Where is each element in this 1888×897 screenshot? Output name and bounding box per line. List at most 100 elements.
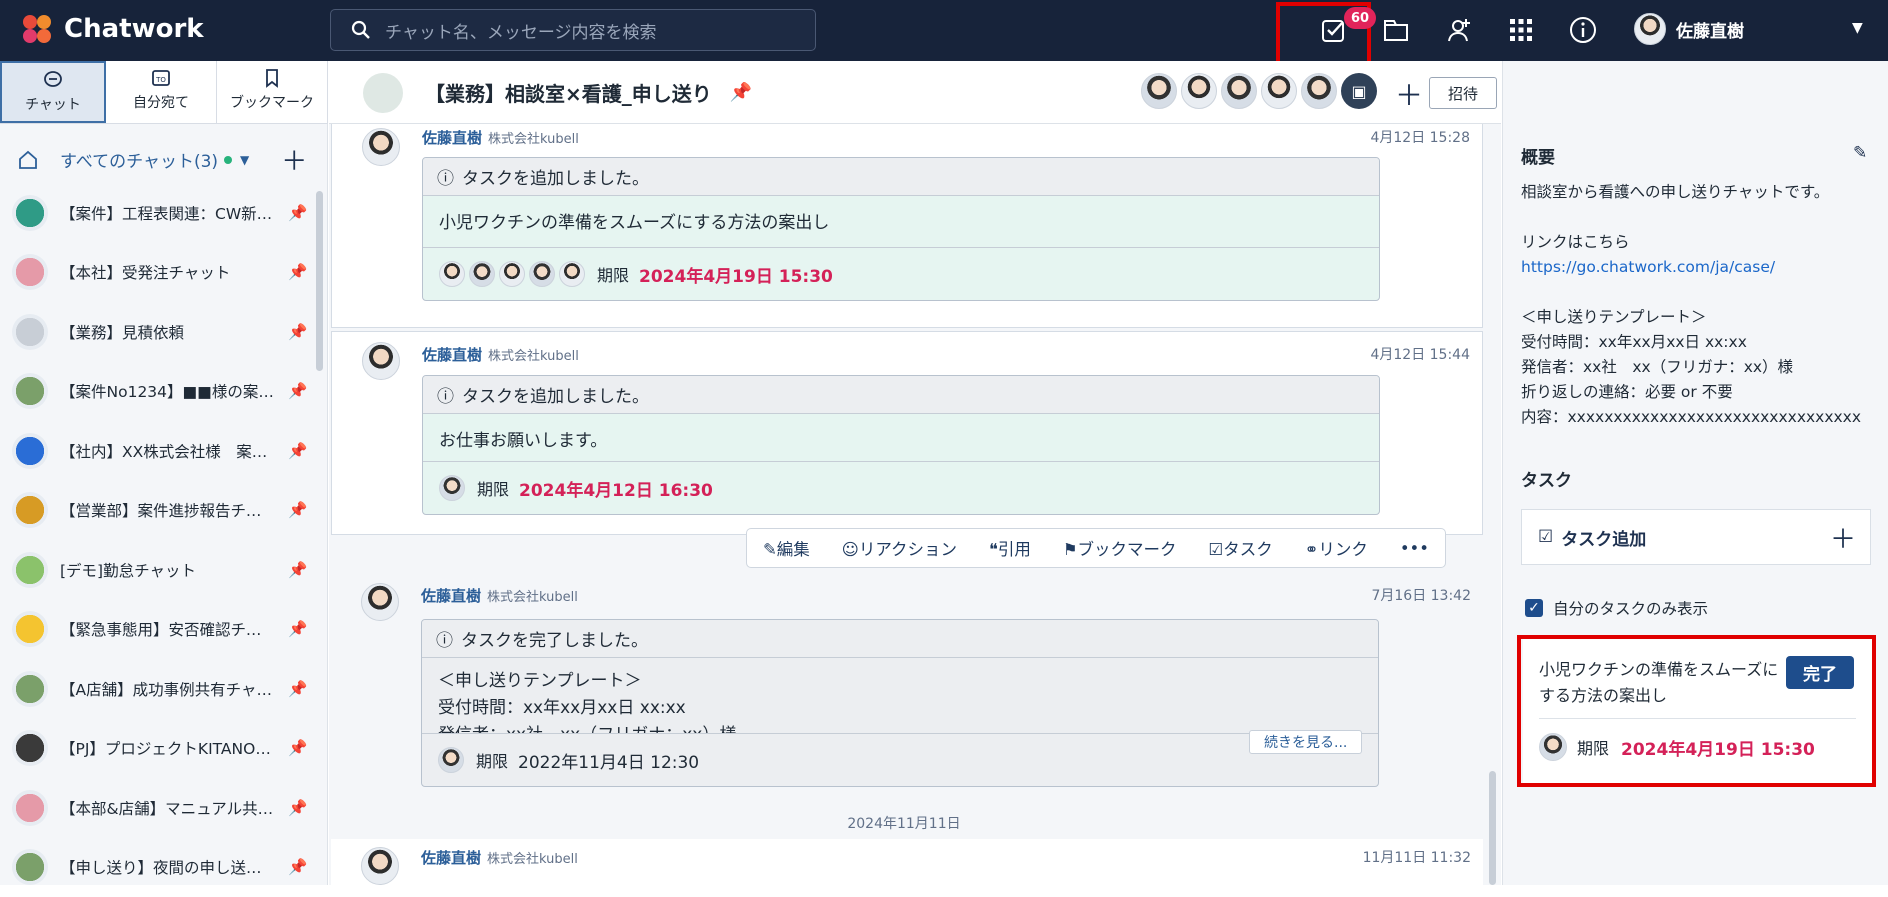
member-avatar bbox=[1221, 73, 1257, 109]
pin-icon[interactable]: 📌 bbox=[288, 263, 307, 281]
pin-icon[interactable]: 📌 bbox=[288, 799, 307, 817]
user-menu[interactable]: 佐藤直樹 bbox=[1634, 13, 1744, 45]
room-item[interactable]: 【業務】見積依頼📌 bbox=[0, 302, 310, 362]
message-author[interactable]: 佐藤直樹株式会社kubell bbox=[422, 127, 579, 148]
only-my-tasks-checkbox[interactable]: ✓ 自分のタスクのみ表示 bbox=[1525, 597, 1708, 619]
more-options-icon[interactable]: ••• bbox=[1400, 539, 1429, 558]
message-avatar bbox=[362, 128, 400, 166]
room-item[interactable]: 【本部&店舗】マニュアル共有…📌 bbox=[0, 778, 310, 838]
message-author[interactable]: 佐藤直樹株式会社kubell bbox=[421, 847, 578, 868]
room-name: 【案件No1234】■■様の案件… bbox=[60, 380, 276, 402]
action-quote[interactable]: ❝引用 bbox=[989, 536, 1031, 560]
room-item[interactable]: 【案件】工程表関連：CW新築…📌 bbox=[0, 183, 310, 243]
top-bar: Chatwork チャット名、メッセージ内容を検索 60 佐藤直樹 ▼ bbox=[0, 0, 1888, 61]
room-icon bbox=[12, 611, 48, 647]
room-name: 【申し送り】夜間の申し送りチ… bbox=[60, 856, 276, 878]
pin-icon[interactable]: 📌 bbox=[288, 204, 307, 222]
member-list-icon[interactable]: ▣ bbox=[1341, 73, 1377, 109]
tab-bookmark[interactable]: ブックマーク bbox=[217, 61, 328, 123]
task-footer: 期限 2022年11月4日 12:30 bbox=[422, 734, 1378, 786]
room-item[interactable]: [デモ]勤怠チャット📌 bbox=[0, 540, 310, 600]
search-input[interactable]: チャット名、メッセージ内容を検索 bbox=[330, 9, 816, 51]
add-task-plus-icon[interactable]: ＋ bbox=[1830, 519, 1856, 556]
add-chat-icon[interactable]: ＋ bbox=[281, 141, 307, 178]
pin-icon[interactable]: 📌 bbox=[288, 501, 307, 519]
assignee-avatar bbox=[438, 747, 464, 773]
pin-icon[interactable]: 📌 bbox=[288, 442, 307, 460]
room-item[interactable]: 【PJ】プロジェクトKITANOチ…📌 bbox=[0, 719, 310, 779]
task-body: ＜申し送りテンプレート＞ 受付時間：xx年xx月xx日 xx:xx 発信者：xx… bbox=[422, 658, 1378, 734]
add-task-button[interactable]: ☑ タスク追加 ＋ bbox=[1521, 509, 1871, 565]
room-list: 【案件】工程表関連：CW新築…📌【本社】受発注チャット📌【業務】見積依頼📌【案件… bbox=[0, 183, 310, 897]
overview-line: 相談室から看護への申し送りチャットです。 bbox=[1521, 180, 1871, 205]
task-header: タスクを完了しました。 bbox=[461, 626, 648, 651]
overview-line: 内容：xxxxxxxxxxxxxxxxxxxxxxxxxxxxxxxx bbox=[1521, 405, 1871, 430]
pin-icon[interactable]: 📌 bbox=[288, 680, 307, 698]
overview-line bbox=[1521, 205, 1871, 230]
timeline-scrollbar[interactable] bbox=[1489, 771, 1496, 885]
overview-link[interactable]: https://go.chatwork.com/ja/case/ bbox=[1521, 255, 1871, 280]
chatwork-logo-icon bbox=[18, 12, 56, 46]
task-body-line: 受付時間：xx年xx月xx日 xx:xx bbox=[438, 695, 1362, 722]
tab-chat[interactable]: チャット bbox=[0, 61, 106, 123]
action-task[interactable]: ☑タスク bbox=[1208, 536, 1272, 560]
room-name: 【営業部】案件進捗報告チャ… bbox=[60, 499, 276, 521]
edit-overview-pencil-icon[interactable]: ✎ bbox=[1853, 143, 1867, 163]
search-placeholder: チャット名、メッセージ内容を検索 bbox=[385, 18, 657, 43]
action-edit[interactable]: ✎編集 bbox=[763, 536, 810, 560]
all-chats-filter[interactable]: すべてのチャット(3) ▼ ＋ bbox=[18, 141, 308, 178]
assignee-avatar bbox=[439, 475, 465, 501]
member-avatars[interactable]: ▣ bbox=[1141, 73, 1377, 109]
tab-to-me[interactable]: TO 自分宛て bbox=[106, 61, 217, 123]
chatwork-logo[interactable]: Chatwork bbox=[18, 12, 204, 46]
add-member-icon[interactable]: ＋ bbox=[1395, 74, 1423, 114]
task-due-date: 2022年11月4日 12:30 bbox=[518, 748, 699, 773]
room-icon bbox=[12, 671, 48, 707]
info-icon: ⓘ bbox=[436, 626, 453, 651]
action-bookmark[interactable]: ⚑ブックマーク bbox=[1063, 536, 1177, 560]
read-more-button[interactable]: 続きを見る... bbox=[1249, 730, 1362, 754]
due-label: 期限 bbox=[597, 262, 629, 286]
room-icon bbox=[363, 73, 403, 113]
room-list-scrollbar[interactable] bbox=[316, 191, 323, 371]
task-due-date: 2024年4月12日 16:30 bbox=[519, 476, 713, 501]
action-link[interactable]: ⚭リンク bbox=[1305, 536, 1368, 560]
room-name: 【本社】受発注チャット bbox=[60, 261, 276, 283]
room-icon bbox=[12, 254, 48, 290]
room-pin-icon[interactable]: 📌 bbox=[730, 82, 752, 103]
pin-icon[interactable]: 📌 bbox=[288, 323, 307, 341]
message-author[interactable]: 佐藤直樹株式会社kubell bbox=[421, 585, 578, 606]
file-folder-icon[interactable] bbox=[1380, 14, 1412, 46]
apps-grid-icon[interactable] bbox=[1505, 14, 1537, 46]
only-my-tasks-label: 自分のタスクのみ表示 bbox=[1553, 597, 1708, 619]
message-avatar bbox=[361, 847, 399, 885]
add-contact-icon[interactable] bbox=[1443, 14, 1475, 46]
room-name: 【A店舗】成功事例共有チャット bbox=[60, 678, 276, 700]
room-item[interactable]: 【案件No1234】■■様の案件… 📌 bbox=[0, 362, 310, 422]
filter-caret-icon[interactable]: ▼ bbox=[240, 153, 249, 167]
pin-icon[interactable]: 📌 bbox=[288, 561, 307, 579]
room-item[interactable]: 【A店舗】成功事例共有チャット 📌 bbox=[0, 659, 310, 719]
info-icon: ⓘ bbox=[437, 164, 454, 189]
pin-icon[interactable]: 📌 bbox=[288, 620, 307, 638]
pin-icon[interactable]: 📌 bbox=[288, 382, 307, 400]
message-author[interactable]: 佐藤直樹株式会社kubell bbox=[422, 344, 579, 365]
complete-task-button[interactable]: 完了 bbox=[1786, 656, 1854, 689]
message-company: 株式会社kubell bbox=[487, 590, 578, 605]
info-icon[interactable] bbox=[1567, 14, 1599, 46]
room-item[interactable]: 【申し送り】夜間の申し送りチ… 📌 bbox=[0, 838, 310, 897]
pin-icon[interactable]: 📌 bbox=[288, 739, 307, 757]
tab-to-me-label: 自分宛て bbox=[106, 92, 216, 112]
room-item[interactable]: 【緊急事態用】安否確認チャ…📌 bbox=[0, 600, 310, 660]
pin-icon[interactable]: 📌 bbox=[288, 858, 307, 876]
room-item[interactable]: 【社内】XX株式会社様 案件…📌 bbox=[0, 421, 310, 481]
room-item[interactable]: 【本社】受発注チャット 📌 bbox=[0, 243, 310, 303]
room-item[interactable]: 【営業部】案件進捗報告チャ… 📌 bbox=[0, 481, 310, 541]
user-menu-caret-icon[interactable]: ▼ bbox=[1852, 20, 1863, 36]
task-card: 小児ワクチンの準備をスムーズにする方法の案出し 完了 期限 2024年4月19日… bbox=[1523, 639, 1872, 783]
invite-button[interactable]: 招待 bbox=[1429, 77, 1497, 109]
action-reaction[interactable]: ☺リアクション bbox=[842, 536, 957, 560]
task-due-date: 2024年4月19日 15:30 bbox=[1621, 735, 1815, 760]
member-avatar bbox=[1181, 73, 1217, 109]
due-label: 期限 bbox=[477, 476, 509, 500]
